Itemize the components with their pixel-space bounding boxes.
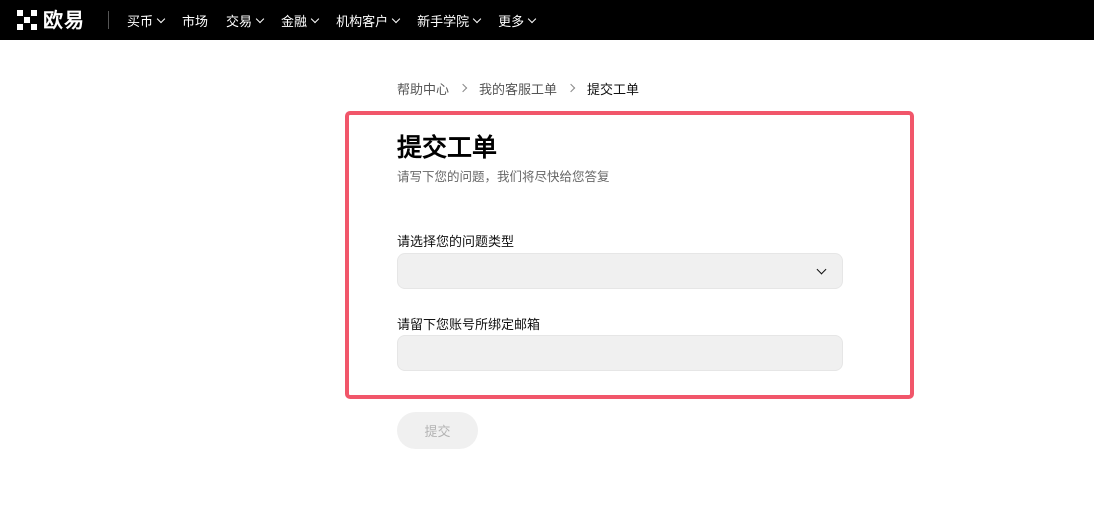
chevron-right-icon <box>566 83 576 93</box>
page-subtitle: 请写下您的问题，我们将尽快给您答复 <box>397 169 610 184</box>
page-title: 提交工单 <box>397 133 498 162</box>
main-nav: 买币 市场 交易 金融 机构客户 新手学院 更多 <box>115 0 541 40</box>
nav-divider <box>108 11 109 29</box>
chevron-down-icon <box>816 264 827 275</box>
chevron-right-icon <box>458 83 468 93</box>
okx-logo-icon <box>17 10 37 30</box>
issue-type-select[interactable] <box>397 253 843 289</box>
nav-item-trade[interactable]: 交易 <box>226 0 265 40</box>
top-nav-bar: 欧易 买币 市场 交易 金融 机构客户 新手学院 更多 <box>0 0 1094 40</box>
chevron-down-icon <box>156 14 166 23</box>
email-field[interactable] <box>398 336 842 370</box>
breadcrumb-help-center[interactable]: 帮助中心 <box>397 79 449 98</box>
chevron-down-icon <box>255 14 265 23</box>
submit-button[interactable]: 提交 <box>397 412 478 449</box>
nav-item-finance[interactable]: 金融 <box>281 0 320 40</box>
email-field-wrapper <box>397 335 843 371</box>
nav-item-institutional[interactable]: 机构客户 <box>336 0 401 40</box>
brand-name: 欧易 <box>43 8 85 32</box>
breadcrumb: 帮助中心 我的客服工单 提交工单 <box>397 78 639 98</box>
email-label: 请留下您账号所绑定邮箱 <box>397 318 541 333</box>
chevron-down-icon <box>310 14 320 23</box>
chevron-down-icon <box>527 14 537 23</box>
breadcrumb-submit-ticket: 提交工单 <box>587 82 640 98</box>
brand-logo[interactable]: 欧易 <box>17 0 85 40</box>
breadcrumb-my-tickets[interactable]: 我的客服工单 <box>479 79 557 98</box>
chevron-down-icon <box>391 14 401 23</box>
issue-type-label: 请选择您的问题类型 <box>397 235 515 250</box>
nav-item-buy-crypto[interactable]: 买币 <box>127 0 166 40</box>
nav-item-more[interactable]: 更多 <box>498 0 537 40</box>
nav-item-academy[interactable]: 新手学院 <box>417 0 482 40</box>
nav-item-market[interactable]: 市场 <box>182 0 208 40</box>
chevron-down-icon <box>472 14 482 23</box>
